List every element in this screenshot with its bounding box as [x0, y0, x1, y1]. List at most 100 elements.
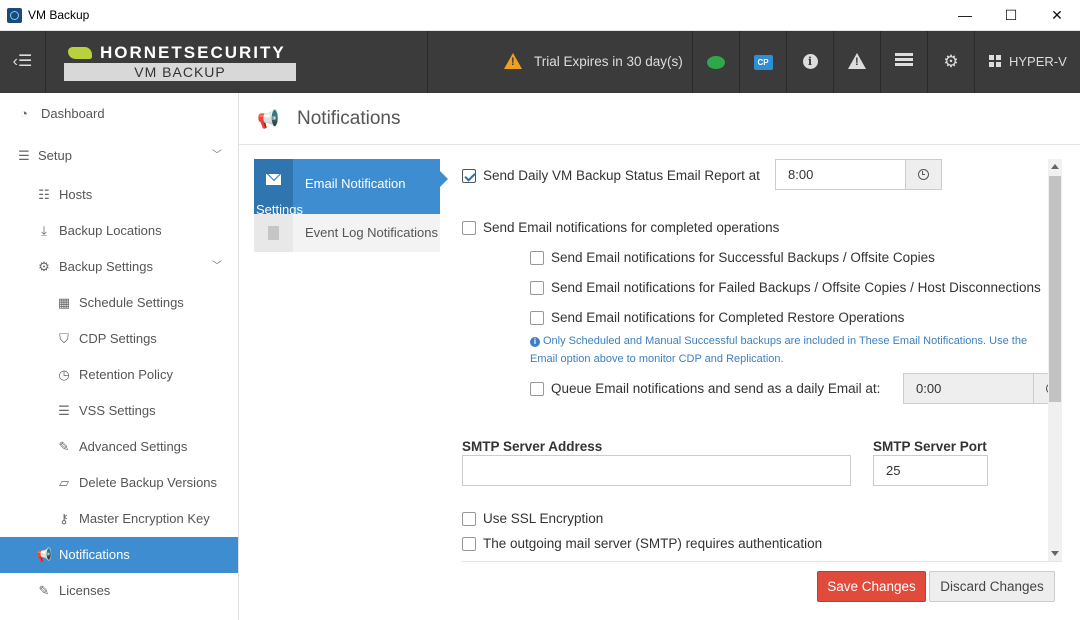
page-header: 📢 Notifications [239, 93, 1080, 145]
sidebar-item-label: CDP Settings [79, 331, 157, 346]
gears-icon: ⚙ [943, 52, 959, 71]
daily-report-label: Send Daily VM Backup Status Email Report… [483, 168, 760, 183]
sidebar-item-label: Licenses [59, 583, 111, 598]
sidebar-item-label: Dashboard [41, 106, 105, 121]
info-note: i Only Scheduled and Manual Successful ba… [530, 332, 1048, 368]
chat-icon [707, 56, 725, 69]
daily-report-row: Send Daily VM Backup Status Email Report… [462, 168, 772, 186]
scroll-down-icon[interactable] [1051, 551, 1059, 556]
sidebar-item-retention-policy[interactable]: ◷ Retention Policy [0, 357, 238, 393]
app-icon [7, 8, 22, 23]
chat-button[interactable] [692, 31, 739, 93]
clock-icon: ◷ [58, 367, 70, 382]
auth-checkbox[interactable] [462, 537, 476, 551]
trial-status[interactable]: ! Trial Expires in 30 day(s) [504, 31, 683, 93]
header-divider [427, 31, 428, 93]
server-button[interactable] [880, 31, 927, 93]
chevron-down-icon: ﹀ [212, 261, 222, 272]
sidebar-item-master-encryption-key[interactable]: ⚷ Master Encryption Key [0, 501, 238, 537]
sidebar-item-label: Notifications [59, 547, 130, 562]
smtp-port-input[interactable]: 25 [873, 455, 988, 486]
sidebar-item-cdp-settings[interactable]: ⛉ CDP Settings [0, 321, 238, 357]
successful-row: Send Email notifications for Successful … [530, 250, 1050, 268]
failed-label: Send Email notifications for Failed Back… [551, 280, 1041, 295]
sidebar-item-backup-locations[interactable]: ⤓ Backup Locations [0, 213, 238, 249]
auth-label: The outgoing mail server (SMTP) requires… [483, 536, 823, 551]
sidebar-item-vss-settings[interactable]: ☰ VSS Settings [0, 393, 238, 429]
discard-changes-button[interactable]: Discard Changes [929, 571, 1055, 602]
failed-checkbox[interactable] [530, 281, 544, 295]
scroll-up-icon[interactable] [1051, 164, 1059, 169]
daily-report-time-input[interactable]: 8:00 [775, 159, 906, 190]
alert-icon: ! [848, 53, 866, 69]
list-icon: ☰ [58, 403, 70, 418]
info-note-text: Only Scheduled and Manual Successful bac… [530, 335, 1028, 365]
close-button[interactable]: ✕ [1034, 0, 1080, 31]
bullhorn-icon: 📢 [257, 109, 280, 129]
sidebar-item-backup-settings[interactable]: ⚙ Backup Settings ﹀ [0, 249, 238, 285]
dashboard-icon: ◔ [20, 106, 28, 121]
tab-icon-box [254, 214, 293, 252]
tab-event-log-notifications[interactable]: Event Log Notifications [254, 214, 440, 252]
app-header: ‹☰ HORNETSECURITY VM BACKUP ! Trial Expir… [0, 31, 1080, 93]
info-icon: i [802, 54, 818, 69]
bullhorn-icon: 📢 [36, 547, 53, 562]
sidebar-item-dashboard[interactable]: ◔ Dashboard [0, 96, 238, 132]
completed-ops-checkbox[interactable] [462, 221, 476, 235]
info-icon: i [530, 337, 540, 347]
smtp-address-label: SMTP Server Address [462, 439, 603, 454]
save-changes-button[interactable]: Save Changes [817, 571, 926, 602]
cp-icon: CP [753, 55, 773, 70]
list-icon: ☷ [38, 187, 50, 202]
scroll-thumb[interactable] [1049, 176, 1061, 402]
gears-icon: ⚙ [38, 259, 50, 274]
settings-button[interactable]: ⚙ [927, 31, 974, 93]
completed-ops-label: Send Email notifications for completed o… [483, 220, 780, 235]
calendar-icon: ▦ [57, 295, 71, 310]
file-icon [268, 226, 279, 240]
host-selector[interactable]: HYPER-V [974, 31, 1080, 93]
maximize-button[interactable]: ☐ [988, 0, 1034, 31]
tab-label: Event Log Notifications [305, 225, 438, 240]
tab-email-notification-settings[interactable]: Email Notification Settings [254, 159, 448, 217]
sidebar-item-label: Setup [38, 148, 72, 163]
sidebar-item-label: Retention Policy [79, 367, 173, 382]
sidebar-item-schedule-settings[interactable]: ▦ Schedule Settings [0, 285, 238, 321]
sidebar-item-delete-backup-versions[interactable]: ▱ Delete Backup Versions [0, 465, 238, 501]
window-titlebar: VM Backup — ☐ ✕ [0, 0, 1080, 31]
sidebar-item-notifications[interactable]: 📢 Notifications [0, 537, 238, 573]
successful-checkbox[interactable] [530, 251, 544, 265]
shield-icon: ⛉ [59, 331, 69, 346]
sidebar-item-advanced-settings[interactable]: ✎ Advanced Settings [0, 429, 238, 465]
form-scrollbar[interactable] [1048, 159, 1062, 561]
daily-report-time-picker[interactable] [905, 159, 942, 190]
form-divider [462, 561, 1062, 562]
queue-time-input[interactable]: 0:00 [903, 373, 1034, 404]
warning-icon: ! [504, 53, 522, 69]
ssl-checkbox[interactable] [462, 512, 476, 526]
host-label: HYPER-V [1009, 54, 1067, 69]
daily-report-checkbox[interactable] [462, 169, 476, 183]
sidebar: ◔ Dashboard ☰ Setup ﹀ ☷ Hosts ⤓ Backup L… [0, 93, 239, 620]
menu-toggle-button[interactable]: ‹☰ [0, 31, 46, 93]
minimize-button[interactable]: — [942, 0, 988, 31]
sidebar-item-licenses[interactable]: ✎ Licenses [0, 573, 238, 609]
restore-checkbox[interactable] [530, 311, 544, 325]
queue-label: Queue Email notifications and send as a … [551, 381, 881, 396]
smtp-address-input[interactable] [462, 455, 851, 486]
alerts-button[interactable]: ! [833, 31, 880, 93]
download-icon: ⤓ [41, 223, 47, 238]
sidebar-item-label: VSS Settings [79, 403, 156, 418]
page-title: Notifications [297, 108, 401, 129]
info-button[interactable]: i [786, 31, 833, 93]
sidebar-item-setup[interactable]: ☰ Setup ﹀ [0, 138, 238, 174]
cp-button[interactable]: CP [739, 31, 786, 93]
menu-icon: ‹☰ [12, 53, 33, 70]
ssl-row: Use SSL Encryption [462, 511, 762, 529]
sidebar-item-label: Schedule Settings [79, 295, 184, 310]
sidebar-item-hosts[interactable]: ☷ Hosts [0, 177, 238, 213]
trial-text: Trial Expires in 30 day(s) [534, 54, 683, 69]
queue-checkbox[interactable] [530, 382, 544, 396]
queue-row: Queue Email notifications and send as a … [530, 381, 900, 399]
sidebar-item-label: Backup Settings [59, 259, 153, 274]
